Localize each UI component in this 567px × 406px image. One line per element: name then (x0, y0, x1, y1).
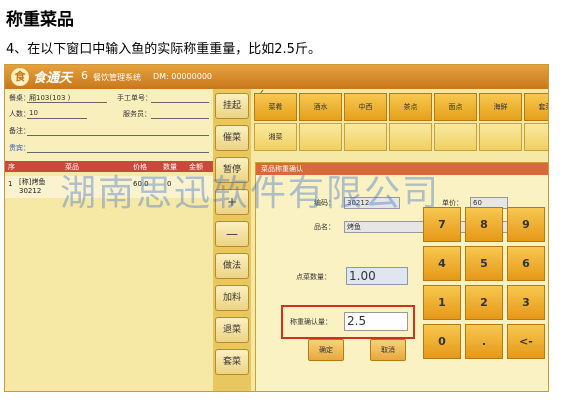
order-info-panel: 餐桌： 厢103(103 ) 手工单号： 人数： 10 服务员： 备注： 贵宾： (5, 89, 213, 161)
category-bar: 菜肴 酒水 中西 茶点 面点 海鲜 套菜 (254, 93, 548, 123)
key-0[interactable]: 0 (423, 324, 461, 359)
subcategory-bar: 湘菜 (254, 123, 548, 153)
subcategory-hunan[interactable]: 湘菜 (254, 123, 297, 151)
app-brand: 食通天 (33, 71, 73, 86)
weight-input[interactable]: 2.5 (344, 312, 408, 331)
row-no: 1 (8, 180, 13, 188)
name-label: 品名： (314, 223, 335, 231)
dm-code: DM: 00000000 (153, 72, 213, 81)
watermark: 湖南思迅软件有限公司 (60, 173, 441, 214)
key-4[interactable]: 4 (423, 246, 461, 281)
instruction-text: 4、在以下窗口中输入鱼的实际称重重量，比如2.5斤。 (6, 42, 321, 57)
key-6[interactable]: 6 (507, 246, 545, 281)
subcategory-empty[interactable] (299, 123, 342, 151)
method-button[interactable]: 做法 (215, 253, 249, 279)
category-seafood[interactable]: 海鲜 (479, 93, 522, 121)
subcategory-empty[interactable] (524, 123, 548, 151)
app-logo: 食 (11, 68, 29, 86)
note-field[interactable] (27, 135, 209, 136)
set-meal-button[interactable]: 套菜 (215, 349, 249, 375)
cancel-button[interactable]: 取消 (370, 339, 406, 361)
order-qty-field[interactable]: 1.00 (346, 267, 408, 285)
confirm-button[interactable]: 确定 (308, 339, 344, 361)
category-pastry[interactable]: 面点 (434, 93, 477, 121)
category-drinks[interactable]: 酒水 (299, 93, 342, 121)
subcategory-empty[interactable] (389, 123, 432, 151)
hold-button[interactable]: 挂起 (215, 93, 249, 119)
col-no: 序 (8, 163, 15, 171)
key-8[interactable]: 8 (465, 207, 503, 242)
category-western[interactable]: 中西 (344, 93, 387, 121)
rush-button[interactable]: 催菜 (215, 125, 249, 151)
key-9[interactable]: 9 (507, 207, 545, 242)
subcategory-empty[interactable] (479, 123, 522, 151)
key-1[interactable]: 1 (423, 285, 461, 320)
minus-button[interactable]: — (215, 221, 249, 247)
app-version: 6 (81, 69, 88, 82)
add-ingredient-button[interactable]: 加料 (215, 285, 249, 311)
subcategory-empty[interactable] (434, 123, 477, 151)
return-dish-button[interactable]: 退菜 (215, 317, 249, 343)
action-button-column: 挂起 催菜 暂停 + — 做法 加料 退菜 套菜 (213, 89, 251, 391)
vip-field[interactable] (27, 152, 209, 153)
category-dishes[interactable]: 菜肴 (254, 93, 297, 121)
pos-window: 食 食通天 6 餐饮管理系统 DM: 00000000 餐桌： 厢103(103… (4, 64, 549, 392)
key-dot[interactable]: . (465, 324, 503, 359)
qty-label: 点菜数量： (296, 273, 331, 281)
key-5[interactable]: 5 (465, 246, 503, 281)
app-subtitle: 餐饮管理系统 (93, 73, 141, 82)
weight-label: 称重确认量： (290, 318, 332, 326)
waiter-label: 服务员： (123, 110, 151, 118)
title-bar: 食 食通天 6 餐饮管理系统 DM: 00000000 (5, 65, 548, 89)
key-backspace[interactable]: <- (507, 324, 545, 359)
people-value: 10 (29, 109, 38, 117)
category-set[interactable]: 套菜 (524, 93, 548, 121)
category-snacks[interactable]: 茶点 (389, 93, 432, 121)
subcategory-empty[interactable] (344, 123, 387, 151)
manual-no-field[interactable] (151, 102, 209, 103)
page-title: 称重菜品 (6, 10, 74, 30)
waiter-field[interactable] (151, 118, 209, 119)
key-2[interactable]: 2 (465, 285, 503, 320)
row-code: 30212 (19, 187, 42, 195)
manual-no-label: 手工单号： (117, 94, 152, 102)
key-3[interactable]: 3 (507, 285, 545, 320)
row-name: [称]烤鱼 (19, 178, 46, 186)
